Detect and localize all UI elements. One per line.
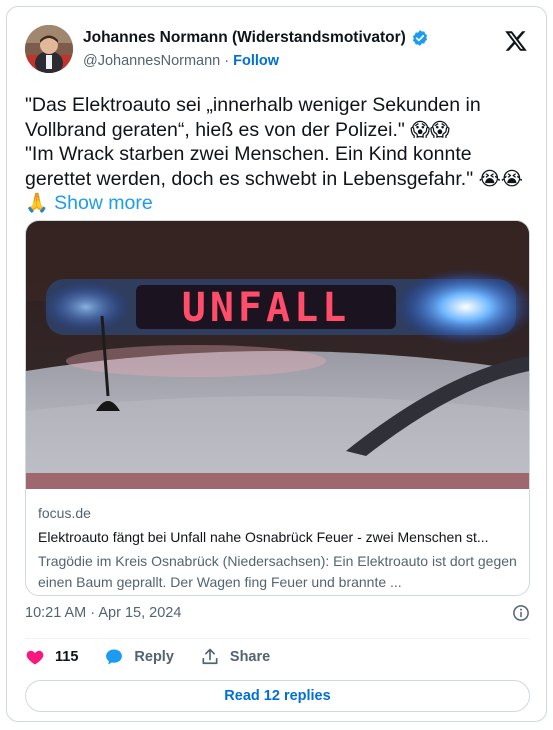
author-name-row[interactable]: Johannes Normann (Widerstandsmotivator) xyxy=(83,29,429,47)
author-handle-row: @JohannesNormann · Follow xyxy=(83,53,279,69)
author-name[interactable]: Johannes Normann (Widerstandsmotivator) xyxy=(83,29,406,47)
link-domain: focus.de xyxy=(38,505,91,521)
share-icon xyxy=(202,648,218,665)
author-handle[interactable]: @JohannesNormann xyxy=(83,53,220,69)
tweet-line-2-text: "Im Wrack starben zwei Menschen. Ein Kin… xyxy=(25,143,474,190)
link-card[interactable]: UNFALL focus.de Elektroauto fängt bei Un… xyxy=(25,220,530,596)
like-button[interactable]: 115 xyxy=(25,647,78,667)
tweet-card: Johannes Normann (Widerstandsmotivator) … xyxy=(6,6,547,722)
separator-dot: · xyxy=(224,53,230,69)
avatar-image xyxy=(25,25,73,73)
verified-badge-icon xyxy=(412,30,427,46)
like-count: 115 xyxy=(55,649,79,665)
share-label: Share xyxy=(229,649,271,665)
timestamp-row: 10:21 AM · Apr 15, 2024 xyxy=(25,604,530,622)
link-card-meta: focus.de Elektroauto fängt bei Unfall na… xyxy=(26,505,529,593)
tweet-line-2: "Im Wrack starben zwei Menschen. Ein Kin… xyxy=(25,142,530,216)
follow-button[interactable]: Follow xyxy=(233,53,279,69)
reply-icon xyxy=(106,649,123,665)
share-button[interactable]: Share xyxy=(200,647,270,667)
tweet-line-1: "Das Elektroauto sei „innerhalb weniger … xyxy=(25,93,530,142)
link-title: Elektroauto fängt bei Unfall nahe Osnabr… xyxy=(38,529,489,545)
link-description: Tragödie im Kreis Osnabrück (Niedersachs… xyxy=(38,553,517,590)
x-logo-icon[interactable] xyxy=(504,29,528,53)
info-icon[interactable] xyxy=(512,604,530,622)
tweet-text: "Das Elektroauto sei „innerhalb weniger … xyxy=(25,93,530,216)
sign-text: UNFALL xyxy=(182,285,351,331)
link-card-image: UNFALL xyxy=(26,221,529,489)
divider xyxy=(25,638,530,639)
reply-label: Reply xyxy=(134,649,174,665)
show-more-link[interactable]: Show more xyxy=(54,192,153,214)
read-replies-button[interactable]: Read 12 replies xyxy=(25,680,530,712)
action-bar: 115 Reply Share xyxy=(25,647,270,667)
timestamp[interactable]: 10:21 AM · Apr 15, 2024 xyxy=(25,605,181,621)
reply-button[interactable]: Reply xyxy=(104,647,174,667)
heart-icon xyxy=(26,650,44,665)
tweet-line-1-emoji: 😱😱 xyxy=(410,118,450,141)
avatar[interactable] xyxy=(25,25,73,73)
